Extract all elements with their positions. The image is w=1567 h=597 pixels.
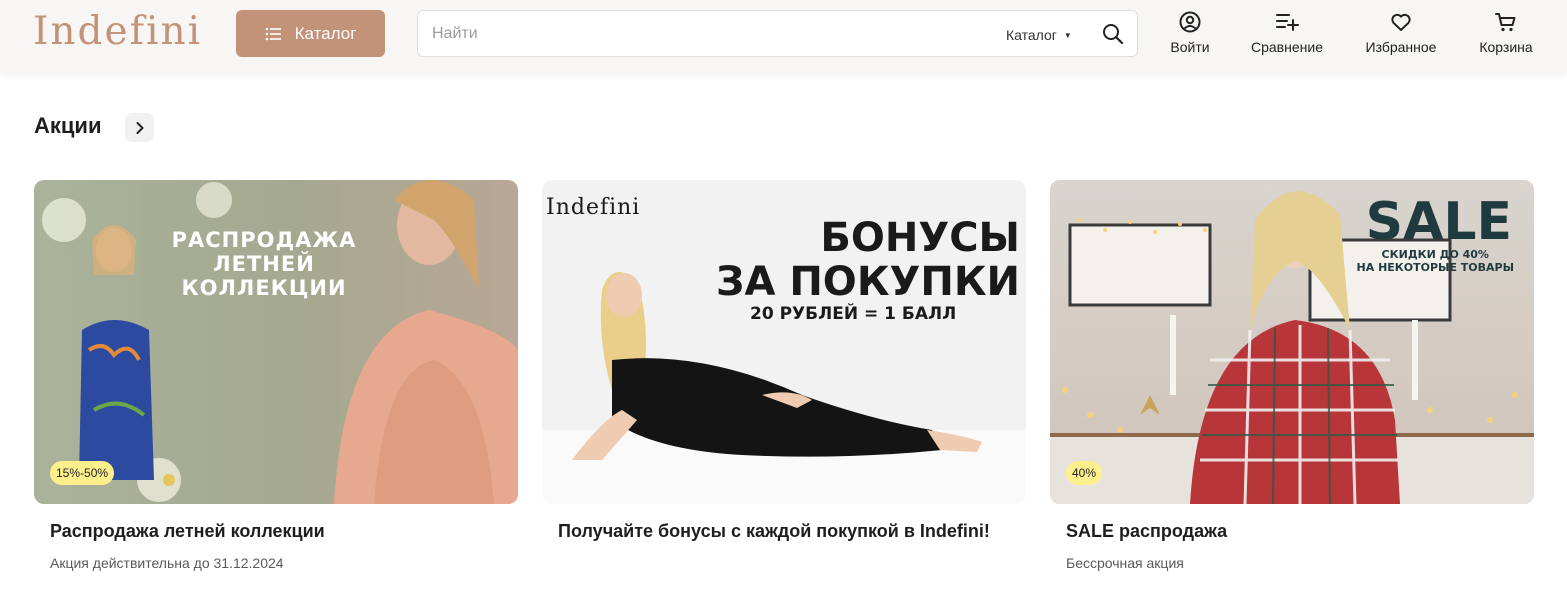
section-title[interactable]: Акции — [34, 113, 101, 139]
cart-label: Корзина — [1479, 39, 1533, 55]
catalog-button[interactable]: Каталог — [236, 10, 385, 57]
search-scope-label: Каталог — [1006, 27, 1057, 43]
card-title[interactable]: Распродажа летней коллекции — [50, 521, 325, 542]
search-bar: Каталог ▼ — [417, 10, 1138, 57]
favorites-label: Избранное — [1365, 39, 1437, 55]
chevron-right-icon — [136, 121, 143, 134]
caret-down-icon: ▼ — [1063, 30, 1072, 40]
promo-banner-image[interactable]: SALE СКИДКИ ДО 40% НА НЕКОТОРЫЕ ТОВАРЫ — [1050, 180, 1534, 504]
promo-card-summer[interactable]: РАСПРОДАЖА ЛЕТНЕЙ КОЛЛЕКЦИИ 15%-50% Расп… — [34, 180, 518, 580]
banner-subline: 20 РУБЛЕЙ = 1 БАЛЛ — [750, 304, 957, 324]
promo-banner-image[interactable]: Indefini БОНУСЫ ЗА ПОКУПКИ 20 РУБЛЕЙ = 1… — [542, 180, 1026, 504]
cart-action[interactable]: Корзина — [1475, 10, 1537, 60]
compare-label: Сравнение — [1251, 39, 1323, 55]
cart-icon — [1495, 13, 1516, 32]
banner-line: ЛЕТНЕЙ — [213, 252, 315, 276]
banner-line: БОНУСЫ — [820, 215, 1020, 261]
search-icon[interactable] — [1102, 23, 1124, 45]
promo-banner-image[interactable]: РАСПРОДАЖА ЛЕТНЕЙ КОЛЛЕКЦИИ — [34, 180, 518, 504]
user-circle-icon — [1179, 11, 1201, 33]
banner-headline: SALE — [1365, 192, 1512, 252]
login-label: Войти — [1170, 39, 1210, 55]
search-input[interactable] — [432, 21, 992, 47]
banner-line: НА НЕКОТОРЫЕ ТОВАРЫ — [1356, 261, 1514, 274]
catalog-button-label: Каталог — [294, 23, 357, 43]
heart-icon — [1391, 13, 1411, 31]
favorites-action[interactable]: Избранное — [1361, 10, 1441, 60]
login-action[interactable]: Войти — [1166, 10, 1214, 60]
site-header: Indefini Каталог Каталог ▼ Войти — [0, 0, 1567, 73]
search-scope-dropdown[interactable]: Каталог ▼ — [1006, 25, 1072, 45]
card-title[interactable]: Получайте бонусы с каждой покупкой в Ind… — [558, 521, 990, 542]
compare-list-icon — [1276, 14, 1299, 31]
banner-line: РАСПРОДАЖА — [171, 228, 357, 252]
list-icon — [265, 27, 281, 40]
banner-line: СКИДКИ ДО 40% — [1381, 248, 1489, 261]
discount-badge: 40% — [1066, 461, 1103, 485]
section-arrow-button[interactable] — [125, 113, 154, 142]
banner-line: КОЛЛЕКЦИИ — [181, 276, 347, 300]
card-subtitle: Акция действительна до 31.12.2024 — [50, 555, 284, 571]
discount-badge: 15%-50% — [50, 461, 115, 485]
compare-action[interactable]: Сравнение — [1247, 10, 1327, 60]
banner-line: ЗА ПОКУПКИ — [716, 259, 1020, 305]
brand-logo[interactable]: Indefini — [33, 6, 213, 58]
card-subtitle: Бессрочная акция — [1066, 555, 1184, 571]
banner-brand: Indefini — [546, 195, 641, 220]
promo-card-bonuses[interactable]: Indefini БОНУСЫ ЗА ПОКУПКИ 20 РУБЛЕЙ = 1… — [542, 180, 1026, 580]
card-title[interactable]: SALE распродажа — [1066, 521, 1227, 542]
promo-card-sale[interactable]: SALE СКИДКИ ДО 40% НА НЕКОТОРЫЕ ТОВАРЫ 4… — [1050, 180, 1534, 580]
